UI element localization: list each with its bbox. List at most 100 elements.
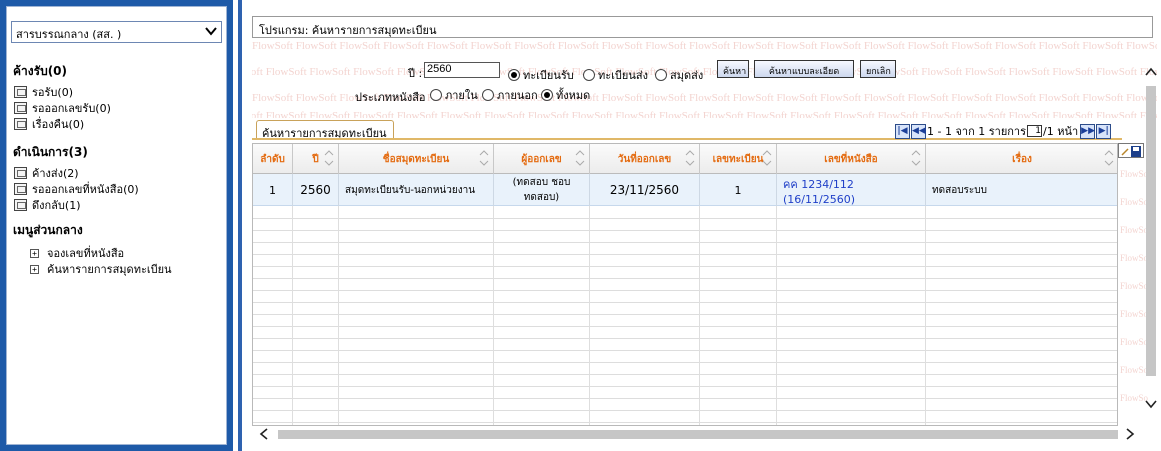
scroll-up-icon[interactable] (1145, 66, 1157, 78)
column-header[interactable]: วันที่ออกเลข (590, 144, 700, 174)
export-icon[interactable] (1118, 143, 1144, 158)
cancel-button[interactable]: ยกเลิก (860, 60, 896, 78)
column-divider (338, 206, 339, 425)
search-button[interactable]: ค้นหา (717, 60, 749, 78)
org-select-value: สารบรรณกลาง (สส. ) (16, 28, 122, 41)
cell-register-name: สมุดทะเบียนรับ-นอกหน่วยงาน (339, 174, 494, 206)
radio-dot[interactable] (583, 69, 595, 81)
sort-icon[interactable] (575, 149, 585, 167)
prev-page-icon[interactable]: ◀◀ (911, 123, 926, 139)
year-label: ปี : (408, 67, 423, 80)
main-content: โปรแกรม: ค้นหารายการสมุดทะเบียน FlowSoft… (238, 0, 1161, 451)
year-input-value: 2560 (427, 63, 452, 75)
column-divider (699, 206, 700, 425)
pending-section-title: ค้างรับ(0) (13, 64, 68, 78)
recall-document-icon (14, 199, 27, 211)
column-header-label: เรื่อง (1012, 153, 1032, 165)
program-label: โปรแกรม: ค้นหารายการสมุดทะเบียน (259, 24, 437, 37)
table-row[interactable]: 1 2560 สมุดทะเบียนรับ-นอกหน่วยงาน (ทดสอบ… (253, 174, 1117, 206)
radio-register-outbook[interactable]: สมุดส่ง (655, 66, 703, 84)
column-header[interactable]: เรื่อง (926, 144, 1117, 174)
year-input[interactable]: 2560 (424, 62, 500, 78)
column-header[interactable]: ผู้ออกเลข (494, 144, 590, 174)
first-page-icon[interactable]: |◀ (895, 123, 910, 139)
sidebar-item-label: ดึงกลับ(1) (32, 199, 81, 212)
page-total: /1 หน้า (1043, 125, 1079, 138)
expand-icon[interactable]: + (30, 248, 39, 258)
pager: |◀ ◀◀ 1 - 1 จาก 1 รายการ 1 /1 หน้า ▶▶ ▶| (895, 122, 1112, 140)
radio-doctype-all[interactable]: ทั้งหมด (541, 86, 590, 104)
scroll-left-icon[interactable] (258, 428, 270, 440)
sort-icon[interactable] (685, 149, 695, 167)
empty-table-row (253, 315, 1117, 327)
sort-icon[interactable] (762, 149, 772, 167)
org-select[interactable]: สารบรรณกลาง (สส. ) (11, 21, 222, 43)
empty-table-row (253, 411, 1117, 423)
radio-doctype-external[interactable]: ภายนอก (482, 86, 538, 104)
tab-search-register[interactable]: ค้นหารายการสมุดทะเบียน (256, 120, 394, 140)
empty-table-row (253, 327, 1117, 339)
empty-table-row (253, 291, 1117, 303)
column-header[interactable]: ลำดับ (253, 144, 293, 174)
cell-issue-date: 23/11/2560 (590, 174, 700, 206)
page-number-input[interactable]: 1 (1027, 125, 1043, 137)
column-header-label: เลขที่หนังสือ (824, 153, 878, 165)
horizontal-scrollbar[interactable] (256, 426, 1142, 442)
sort-icon[interactable] (324, 149, 334, 167)
empty-table-row (253, 303, 1117, 315)
watermark-text: FlowSoft FlowSoft FlowSoft FlowSoft Flow… (252, 40, 1157, 52)
sidebar-item-label: ค้นหารายการสมุดทะเบียน (47, 263, 172, 276)
column-divider (925, 206, 926, 425)
radio-dot[interactable] (430, 89, 442, 101)
column-header[interactable]: เลขที่หนังสือ (777, 144, 926, 174)
doctype-label: ประเภทหนังสือ (355, 91, 426, 104)
radio-label: ทะเบียนรับ (523, 69, 574, 82)
column-header[interactable]: ปี (293, 144, 339, 174)
sort-icon[interactable] (911, 149, 921, 167)
outbox-icon (14, 167, 27, 179)
sidebar-item-search-register[interactable]: + ค้นหารายการสมุดทะเบียน (30, 260, 172, 278)
empty-table-row (253, 351, 1117, 363)
column-header-label: ลำดับ (260, 153, 285, 165)
cell-doc-no[interactable]: คค 1234/112 (16/11/2560) (777, 174, 926, 206)
inbox-icon (14, 86, 27, 98)
column-header[interactable]: เลขทะเบียน (700, 144, 777, 174)
radio-label: สมุดส่ง (670, 69, 704, 82)
advanced-search-button[interactable]: ค้นหาแบบละเอียด (754, 60, 854, 78)
vertical-scrollbar[interactable] (1142, 60, 1159, 420)
empty-table-row (253, 219, 1117, 231)
radio-doctype-internal[interactable]: ภายใน (430, 86, 478, 104)
scroll-right-icon[interactable] (1124, 428, 1136, 440)
column-header-label: ผู้ออกเลข (521, 153, 562, 165)
horizontal-scroll-thumb[interactable] (278, 430, 1118, 439)
sidebar: สารบรรณกลาง (สส. ) ค้างรับ(0) รอรับ(0) ร… (0, 0, 233, 451)
inprogress-section-title: ดำเนินการ(3) (13, 145, 88, 159)
empty-table-row (253, 399, 1117, 411)
page-number-value: 1 (1035, 126, 1042, 136)
next-page-icon[interactable]: ▶▶ (1080, 123, 1096, 139)
radio-label: ทั้งหมด (556, 89, 591, 102)
empty-table-row (253, 279, 1117, 291)
last-page-icon[interactable]: ▶| (1096, 123, 1112, 139)
sidebar-item-returned[interactable]: เรื่องคืน(0) (14, 115, 84, 133)
expand-icon[interactable]: + (30, 264, 39, 274)
radio-register-send[interactable]: ทะเบียนส่ง (583, 66, 648, 84)
sidebar-item-recalled[interactable]: ดึงกลับ(1) (14, 196, 80, 214)
vertical-scroll-thumb[interactable] (1146, 86, 1156, 376)
radio-register-receive[interactable]: ทะเบียนรับ (508, 66, 574, 84)
radio-dot[interactable] (508, 69, 520, 81)
sort-icon[interactable] (479, 149, 489, 167)
sort-icon[interactable] (1104, 149, 1114, 167)
column-header[interactable]: ชื่อสมุดทะเบียน (339, 144, 494, 174)
scroll-down-icon[interactable] (1145, 398, 1157, 410)
column-divider (589, 206, 590, 425)
document-number-icon (14, 102, 27, 114)
table-header: ลำดับ ปี ชื่อสมุดทะเบียน ผู้ออกเลข วันที่ออก… (253, 144, 1117, 174)
radio-dot[interactable] (541, 89, 553, 101)
cell-reg-no: 1 (700, 174, 777, 206)
radio-dot[interactable] (655, 69, 667, 81)
empty-table-row (253, 231, 1117, 243)
cell-issuer: (ทดสอบ ชอบ ทดสอบ) (494, 174, 590, 206)
radio-dot[interactable] (482, 89, 494, 101)
register-table: ลำดับ ปี ชื่อสมุดทะเบียน ผู้ออกเลข วันที่ออก… (252, 143, 1118, 426)
